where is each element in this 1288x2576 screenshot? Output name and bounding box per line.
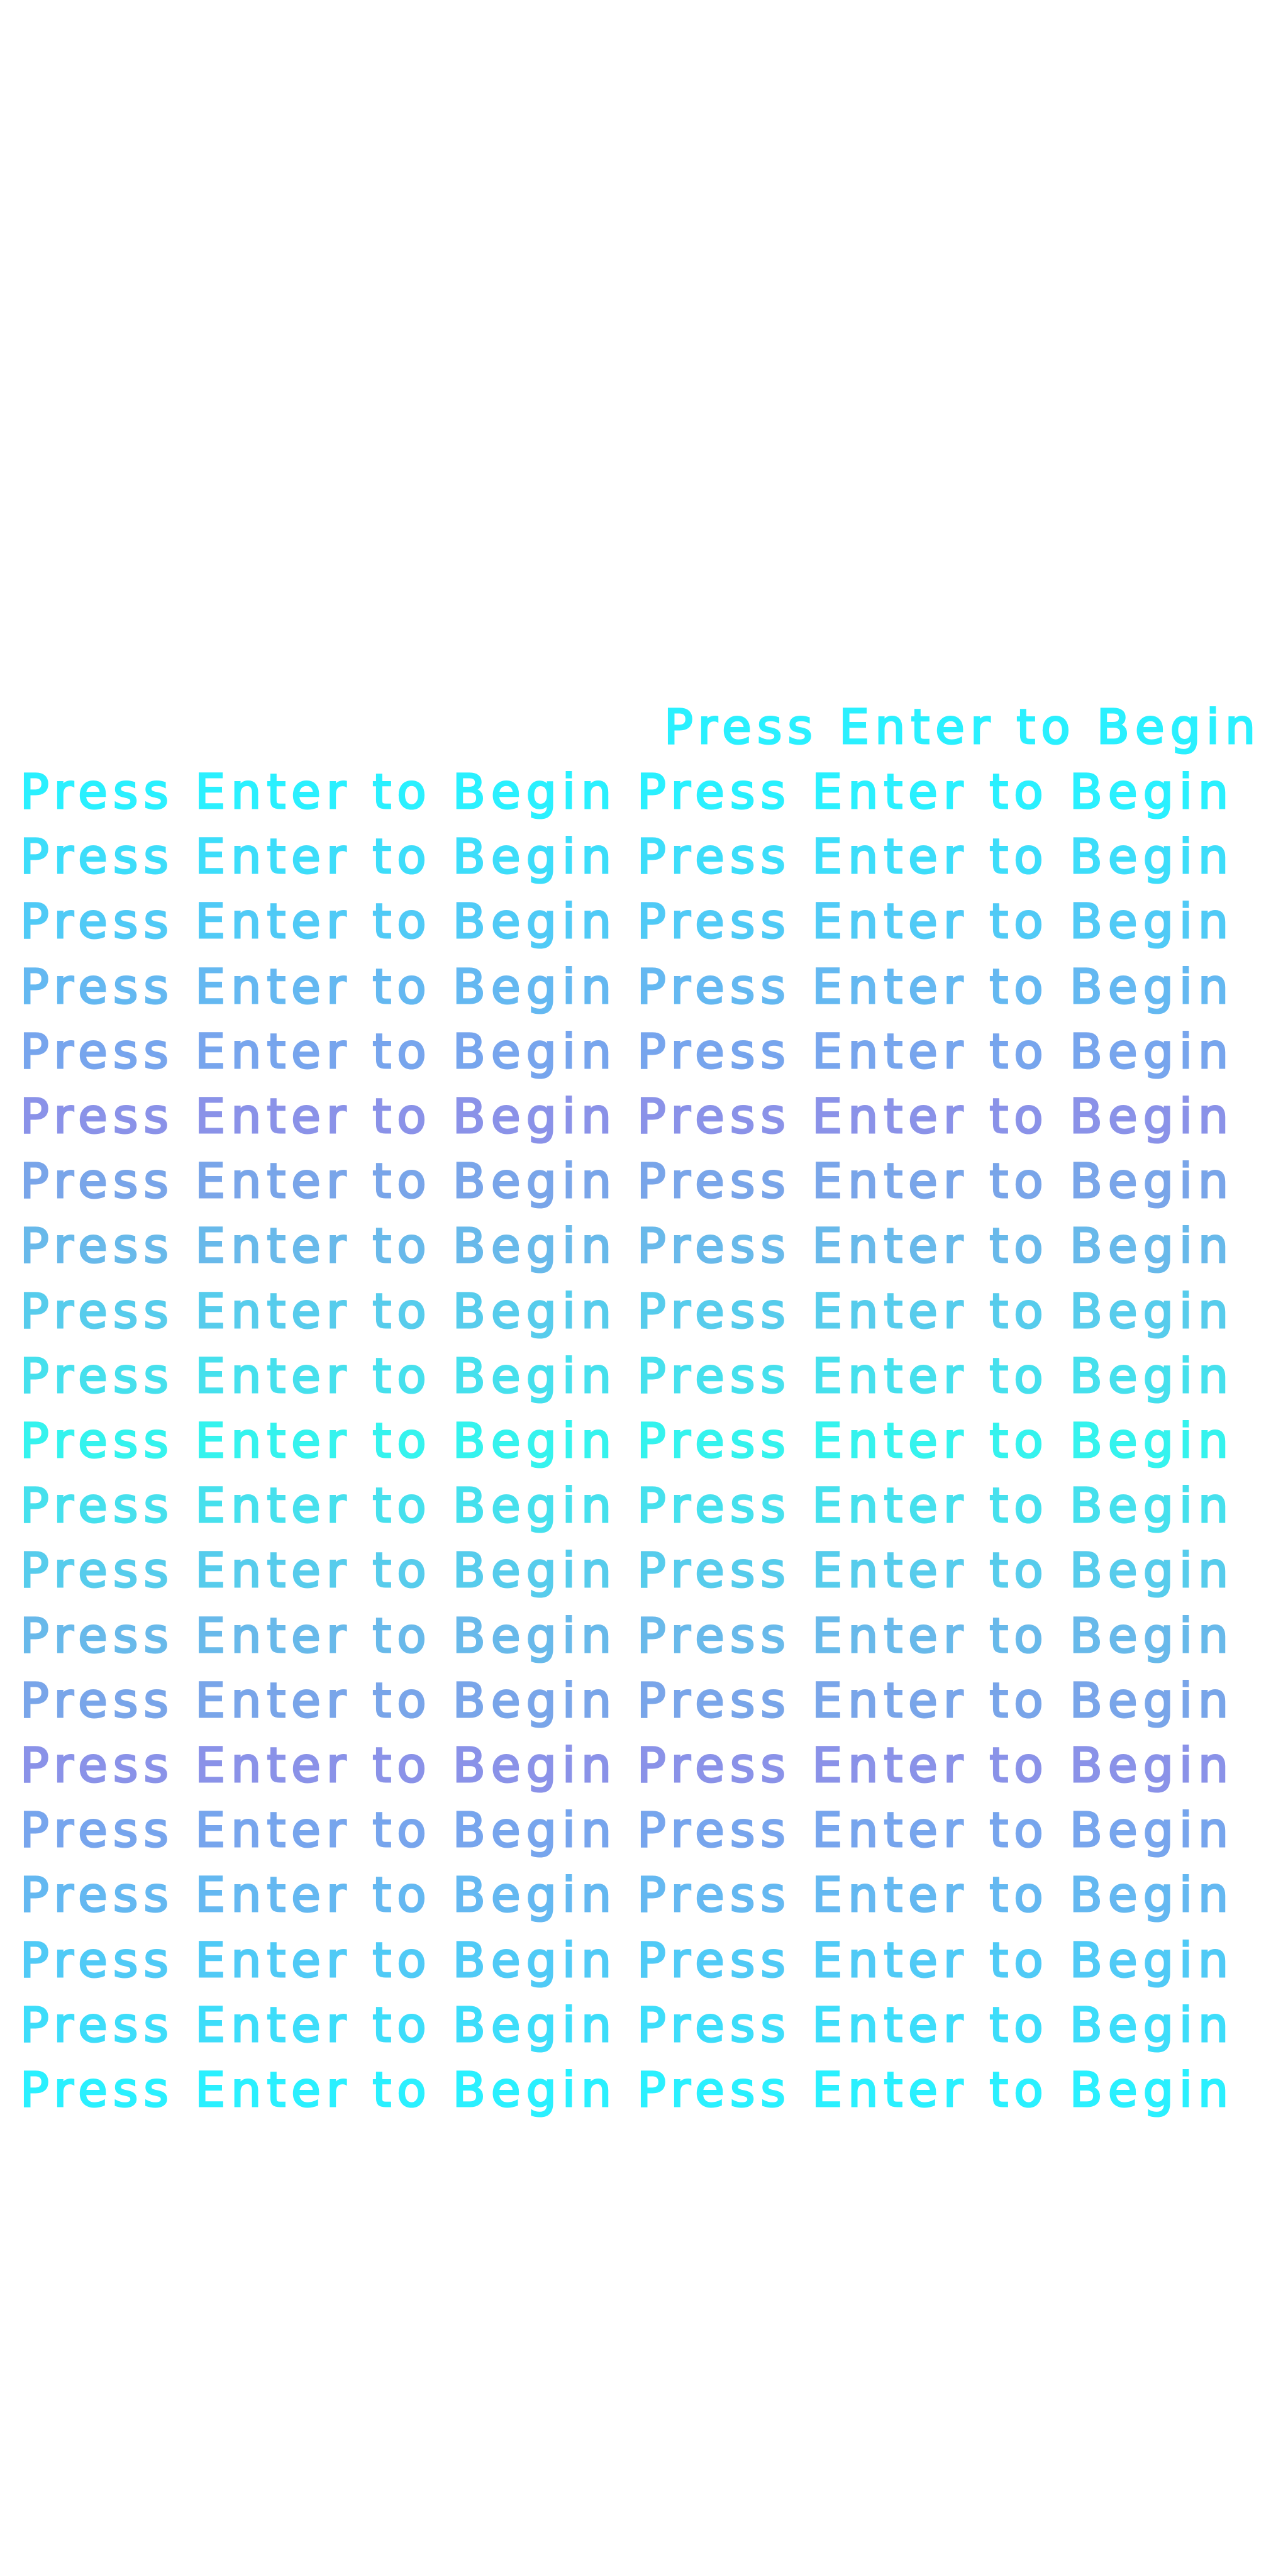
- press-enter-prompt: Press Enter to Begin: [19, 2000, 617, 2050]
- press-enter-prompt: Press Enter to Begin: [636, 1611, 1234, 1660]
- press-enter-prompt: Press Enter to Begin: [636, 1935, 1234, 1985]
- press-enter-prompt-text: Press Enter to Begin: [19, 958, 618, 1014]
- press-enter-prompt-text: Press Enter to Begin: [19, 2062, 618, 2118]
- press-enter-prompt: Press Enter to Begin: [636, 2000, 1234, 2050]
- press-enter-prompt-text: Press Enter to Begin: [636, 893, 1235, 950]
- press-enter-prompt-text: Press Enter to Begin: [636, 1477, 1235, 1534]
- press-enter-prompt-text: Press Enter to Begin: [636, 1737, 1235, 1793]
- press-enter-prompt: Press Enter to Begin: [19, 1416, 617, 1465]
- press-enter-prompt-text: Press Enter to Begin: [19, 1802, 618, 1858]
- press-enter-prompt-text: Press Enter to Begin: [636, 828, 1235, 885]
- press-enter-prompt-text: Press Enter to Begin: [636, 1607, 1235, 1663]
- press-enter-prompt-text: Press Enter to Begin: [19, 1153, 618, 1209]
- press-enter-prompt: Press Enter to Begin: [19, 1221, 617, 1270]
- press-enter-prompt: Press Enter to Begin: [636, 1675, 1234, 1725]
- press-enter-prompt-text: Press Enter to Begin: [636, 958, 1235, 1014]
- press-enter-prompt: Press Enter to Begin: [19, 831, 617, 881]
- press-enter-prompt: Press Enter to Begin: [19, 1091, 617, 1141]
- press-enter-prompt: Press Enter to Begin: [19, 767, 617, 816]
- press-enter-prompt: Press Enter to Begin: [636, 1156, 1234, 1206]
- press-enter-prompt-text: Press Enter to Begin: [636, 763, 1235, 819]
- press-enter-prompt: Press Enter to Begin: [636, 1351, 1234, 1401]
- press-enter-prompt: Press Enter to Begin: [19, 1870, 617, 1919]
- press-enter-prompt: Press Enter to Begin: [19, 1026, 617, 1076]
- press-enter-prompt: Press Enter to Begin: [19, 1156, 617, 1206]
- press-enter-prompt: Press Enter to Begin: [636, 1221, 1234, 1270]
- press-enter-prompt-text: Press Enter to Begin: [19, 893, 618, 950]
- press-enter-prompt-text: Press Enter to Begin: [19, 1607, 618, 1663]
- press-enter-prompt-text: Press Enter to Begin: [636, 1996, 1235, 2053]
- press-enter-prompt: Press Enter to Begin: [636, 1286, 1234, 1336]
- press-enter-prompt-text: Press Enter to Begin: [19, 1672, 618, 1728]
- press-enter-prompt-text: Press Enter to Begin: [19, 1088, 618, 1144]
- press-enter-prompt: Press Enter to Begin: [636, 1545, 1234, 1595]
- press-enter-prompt-text: Press Enter to Begin: [636, 1088, 1235, 1144]
- press-enter-prompt-text: Press Enter to Begin: [636, 1867, 1235, 1923]
- press-enter-prompt: Press Enter to Begin: [19, 1675, 617, 1725]
- press-enter-prompt: Press Enter to Begin: [636, 1026, 1234, 1076]
- press-enter-prompt-text: Press Enter to Begin: [19, 1218, 618, 1274]
- press-enter-prompt-text: Press Enter to Begin: [636, 1218, 1235, 1274]
- press-enter-prompt-text: Press Enter to Begin: [636, 1413, 1235, 1468]
- press-enter-prompt: Press Enter to Begin: [636, 1805, 1234, 1855]
- press-enter-prompt-text: Press Enter to Begin: [19, 1737, 618, 1793]
- press-enter-prompt: Press Enter to Begin: [19, 1740, 617, 1790]
- press-enter-prompt-text: Press Enter to Begin: [19, 1996, 618, 2053]
- press-enter-prompt-text: Press Enter to Begin: [636, 1023, 1235, 1079]
- press-enter-prompt-text: Press Enter to Begin: [19, 1931, 618, 1988]
- press-enter-prompt-text: Press Enter to Begin: [19, 1282, 618, 1339]
- press-enter-prompt-text: Press Enter to Begin: [636, 2062, 1235, 2118]
- press-enter-prompt-text: Press Enter to Begin: [19, 1867, 618, 1923]
- press-enter-prompt-text: Press Enter to Begin: [19, 1542, 618, 1599]
- press-enter-prompt-text: Press Enter to Begin: [19, 1413, 618, 1468]
- press-enter-prompt: Press Enter to Begin: [19, 896, 617, 946]
- press-enter-prompt: Press Enter to Begin: [19, 1351, 617, 1401]
- press-enter-prompt-text: Press Enter to Begin: [663, 699, 1262, 755]
- press-enter-prompt-text: Press Enter to Begin: [636, 1282, 1235, 1339]
- press-enter-prompt: Press Enter to Begin: [19, 1286, 617, 1336]
- press-enter-prompt: Press Enter to Begin: [19, 1480, 617, 1530]
- press-enter-prompt-text: Press Enter to Begin: [19, 1347, 618, 1404]
- title-screen[interactable]: Press Enter to Begin Press Enter to Begin…: [0, 0, 1288, 2576]
- press-enter-prompt: Press Enter to Begin: [636, 2065, 1234, 2114]
- press-enter-prompt-text: Press Enter to Begin: [19, 1023, 618, 1079]
- press-enter-prompt: Press Enter to Begin: [19, 1805, 617, 1855]
- press-enter-prompt-text: Press Enter to Begin: [19, 828, 618, 885]
- press-enter-prompt: Press Enter to Begin: [19, 1935, 617, 1985]
- press-enter-prompt: Press Enter to Begin: [636, 767, 1234, 816]
- press-enter-prompt-text: Press Enter to Begin: [636, 1347, 1235, 1404]
- press-enter-prompt: Press Enter to Begin: [636, 1091, 1234, 1141]
- press-enter-prompt: Press Enter to Begin: [636, 1480, 1234, 1530]
- press-enter-prompt: Press Enter to Begin: [19, 2065, 617, 2114]
- press-enter-prompt-text: Press Enter to Begin: [636, 1153, 1235, 1209]
- press-enter-prompt-text: Press Enter to Begin: [636, 1672, 1235, 1728]
- press-enter-prompt: Press Enter to Begin: [663, 702, 1261, 752]
- press-enter-prompt: Press Enter to Begin: [19, 962, 617, 1011]
- press-enter-prompt: Press Enter to Begin: [19, 1611, 617, 1660]
- press-enter-prompt: Press Enter to Begin: [636, 1870, 1234, 1919]
- press-enter-prompt: Press Enter to Begin: [636, 896, 1234, 946]
- press-enter-prompt: Press Enter to Begin: [636, 831, 1234, 881]
- press-enter-prompt: Press Enter to Begin: [636, 1740, 1234, 1790]
- press-enter-prompt-text: Press Enter to Begin: [19, 1477, 618, 1534]
- press-enter-prompt-text: Press Enter to Begin: [636, 1542, 1235, 1599]
- press-enter-prompt-text: Press Enter to Begin: [636, 1802, 1235, 1858]
- press-enter-prompt-text: Press Enter to Begin: [636, 1931, 1235, 1988]
- press-enter-prompt-text: Press Enter to Begin: [19, 763, 618, 819]
- press-enter-prompt: Press Enter to Begin: [636, 962, 1234, 1011]
- press-enter-prompt: Press Enter to Begin: [636, 1416, 1234, 1465]
- press-enter-prompt: Press Enter to Begin: [19, 1545, 617, 1595]
